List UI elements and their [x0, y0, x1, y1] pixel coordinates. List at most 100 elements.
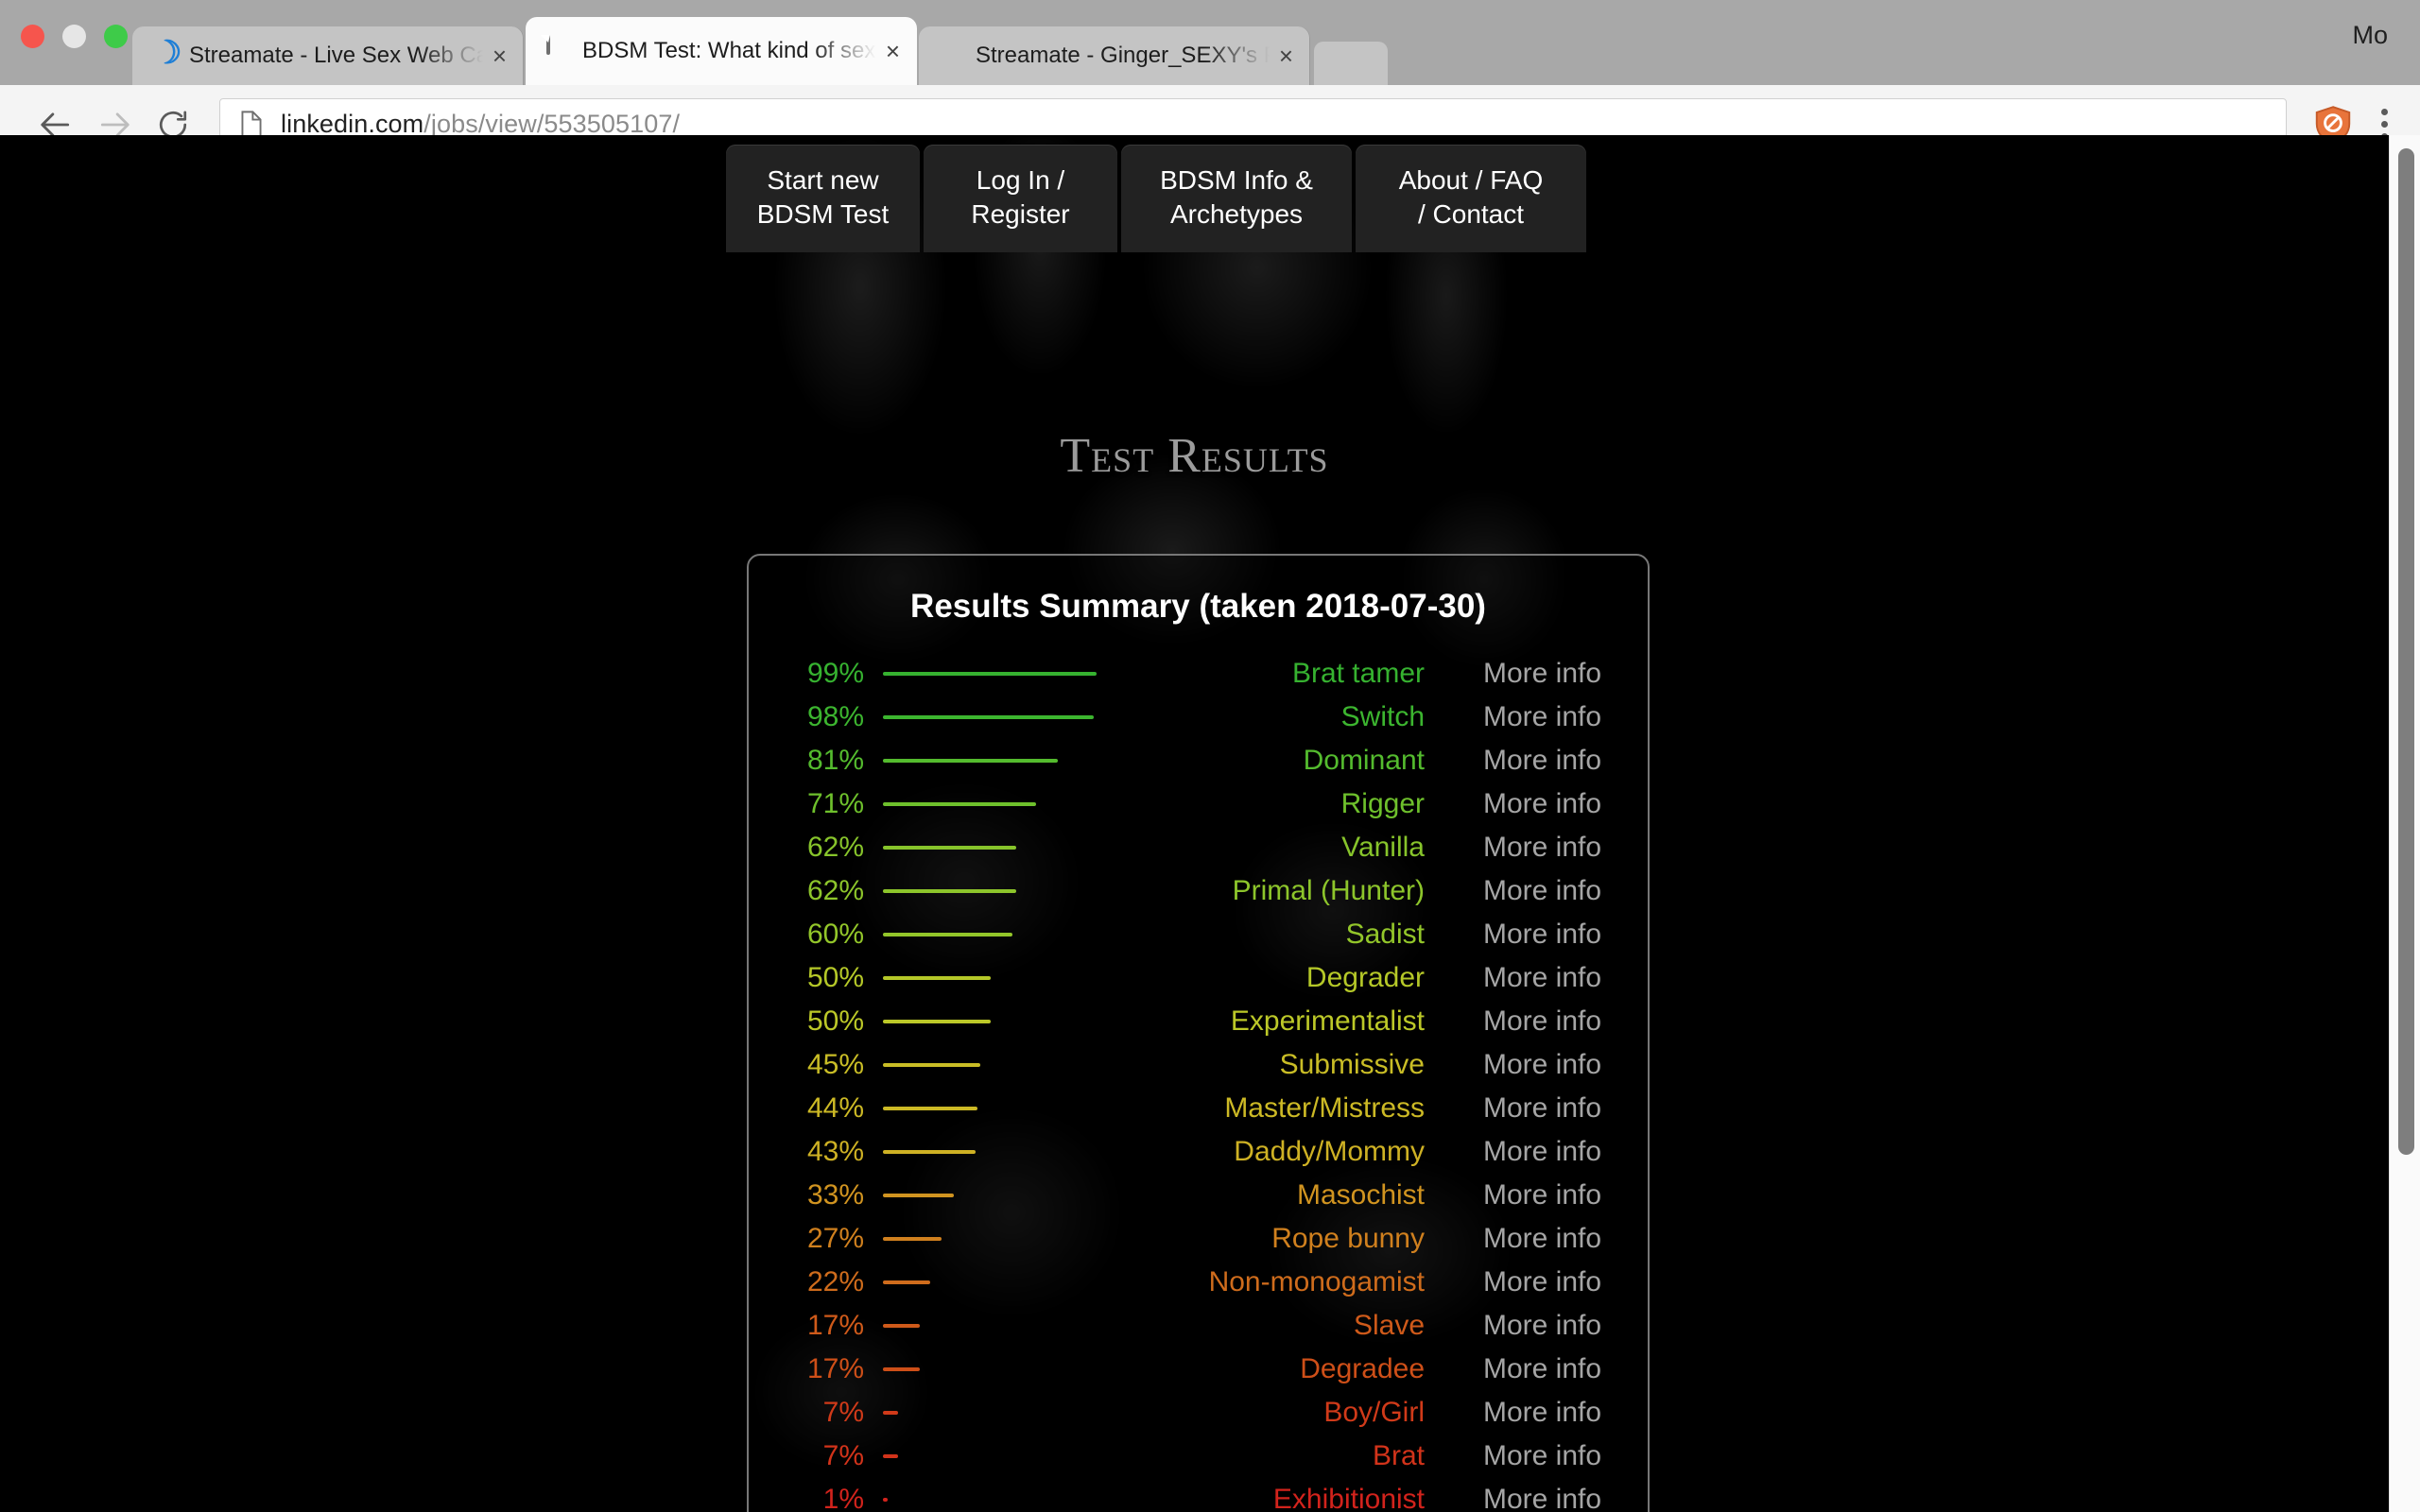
nav-label-line2: Register	[971, 198, 1070, 229]
nav-label-line2: Archetypes	[1169, 198, 1304, 229]
new-tab-button[interactable]	[1314, 42, 1388, 85]
result-label: Brat	[1372, 1440, 1425, 1471]
result-bar-fill	[883, 1237, 942, 1241]
result-row: 22% Non-monogamist More info	[758, 1261, 1638, 1304]
result-bar-fill	[883, 889, 1016, 893]
result-percent: 33%	[806, 1179, 864, 1211]
result-bar-track	[864, 715, 1100, 719]
result-bar-fill	[883, 1150, 976, 1154]
result-bar-track	[864, 1498, 1100, 1502]
browser-window: ☽ Streamate - Live Sex Web Cam × BDSM Te…	[0, 0, 2420, 1512]
browser-tab-2[interactable]: BDSM Test: What kind of sexua ×	[526, 17, 917, 85]
more-info-link[interactable]: More info	[1449, 875, 1638, 907]
close-tab-button[interactable]: ×	[886, 39, 900, 63]
nav-label-line2: / Contact	[1417, 198, 1525, 229]
result-row: 50% Experimentalist More info	[758, 1000, 1638, 1043]
result-row: 81% Dominant More info	[758, 739, 1638, 782]
result-row: 71% Rigger More info	[758, 782, 1638, 826]
result-label: Rope bunny	[1271, 1223, 1425, 1254]
title-bar: ☽ Streamate - Live Sex Web Cam × BDSM Te…	[0, 0, 2420, 85]
window-controls	[21, 25, 128, 48]
result-bar-track	[864, 759, 1100, 763]
crescent-icon: ☽	[153, 36, 182, 71]
more-info-link[interactable]: More info	[1449, 832, 1638, 864]
more-info-link[interactable]: More info	[1449, 658, 1638, 690]
more-info-link[interactable]: More info	[1449, 962, 1638, 994]
close-tab-button[interactable]: ×	[1279, 43, 1293, 68]
result-bar-fill	[883, 715, 1094, 719]
result-bar-track	[864, 976, 1100, 980]
result-percent: 60%	[806, 919, 864, 950]
result-label: Vanilla	[1341, 832, 1425, 863]
browser-tab-3[interactable]: Streamate - Ginger_SEXY's Pro ×	[919, 26, 1310, 85]
result-bar-fill	[883, 672, 1097, 676]
page-viewport: Start new BDSM Test Log In / Register BD…	[0, 135, 2420, 1512]
result-percent: 62%	[806, 832, 864, 863]
close-window-button[interactable]	[21, 25, 44, 48]
result-percent: 98%	[806, 701, 864, 732]
result-label: Switch	[1340, 701, 1425, 732]
more-info-link[interactable]: More info	[1449, 701, 1638, 733]
result-bar-fill	[883, 846, 1016, 850]
result-row: 50% Degrader More info	[758, 956, 1638, 1000]
result-bar-track	[864, 1020, 1100, 1023]
result-percent: 1%	[822, 1484, 864, 1512]
maximize-window-button[interactable]	[104, 25, 128, 48]
more-info-link[interactable]: More info	[1449, 745, 1638, 777]
more-info-link[interactable]: More info	[1449, 1397, 1638, 1429]
vertical-scrollbar[interactable]	[2389, 135, 2420, 1512]
nav-label-line1: Log In /	[976, 165, 1065, 195]
browser-tab-1[interactable]: ☽ Streamate - Live Sex Web Cam ×	[132, 26, 524, 85]
more-info-link[interactable]: More info	[1449, 1136, 1638, 1168]
result-bar-track	[864, 672, 1100, 676]
result-label: Dominant	[1303, 745, 1425, 776]
nav-start-new-test[interactable]: Start new BDSM Test	[726, 145, 920, 252]
more-info-link[interactable]: More info	[1449, 1092, 1638, 1125]
more-info-link[interactable]: More info	[1449, 1049, 1638, 1081]
more-info-link[interactable]: More info	[1449, 1266, 1638, 1298]
result-label: Degrader	[1305, 962, 1425, 993]
scrollbar-thumb[interactable]	[2398, 148, 2414, 1155]
page-document-icon	[239, 110, 264, 139]
result-bar-fill	[883, 1063, 980, 1067]
result-bar-track	[864, 1280, 1100, 1284]
more-info-link[interactable]: More info	[1449, 919, 1638, 951]
result-bar-track	[864, 889, 1100, 893]
result-bar-fill	[883, 1107, 977, 1110]
result-row: 7% Boy/Girl More info	[758, 1391, 1638, 1435]
dot-icon	[940, 42, 964, 70]
more-info-link[interactable]: More info	[1449, 1223, 1638, 1255]
result-bar-track	[864, 1454, 1100, 1458]
result-bar-track	[864, 1324, 1100, 1328]
result-bar-track	[864, 1411, 1100, 1415]
result-label: Masochist	[1296, 1179, 1425, 1211]
more-info-link[interactable]: More info	[1449, 788, 1638, 820]
result-label: Exhibitionist	[1272, 1484, 1425, 1512]
nav-label-line2: BDSM Test	[756, 198, 890, 229]
minimize-window-button[interactable]	[62, 25, 86, 48]
result-label: Daddy/Mommy	[1234, 1136, 1425, 1167]
result-bar-fill	[883, 1324, 920, 1328]
site-navigation: Start new BDSM Test Log In / Register BD…	[726, 145, 1586, 252]
nav-label-line1: Start new	[767, 165, 879, 195]
result-bar-track	[864, 1107, 1100, 1110]
more-info-link[interactable]: More info	[1449, 1179, 1638, 1211]
result-percent: 7%	[822, 1440, 864, 1471]
document-icon	[546, 35, 571, 65]
close-tab-button[interactable]: ×	[493, 43, 507, 68]
more-info-link[interactable]: More info	[1449, 1353, 1638, 1385]
tab-title: BDSM Test: What kind of sexua	[582, 38, 876, 63]
nav-about-faq-contact[interactable]: About / FAQ / Contact	[1356, 145, 1586, 252]
more-info-link[interactable]: More info	[1449, 1484, 1638, 1512]
nav-bdsm-info-archetypes[interactable]: BDSM Info & Archetypes	[1121, 145, 1352, 252]
profile-name-label[interactable]: Mo	[2352, 21, 2388, 50]
more-info-link[interactable]: More info	[1449, 1005, 1638, 1038]
result-row: 43% Daddy/Mommy More info	[758, 1130, 1638, 1174]
more-info-link[interactable]: More info	[1449, 1440, 1638, 1472]
result-row: 60% Sadist More info	[758, 913, 1638, 956]
result-bar-fill	[883, 1411, 898, 1415]
bdsm-test-results-page: Start new BDSM Test Log In / Register BD…	[0, 135, 2389, 1512]
more-info-link[interactable]: More info	[1449, 1310, 1638, 1342]
nav-log-in-register[interactable]: Log In / Register	[924, 145, 1117, 252]
results-list: 99% Brat tamer More info 98% Switch More info…	[749, 652, 1648, 1512]
